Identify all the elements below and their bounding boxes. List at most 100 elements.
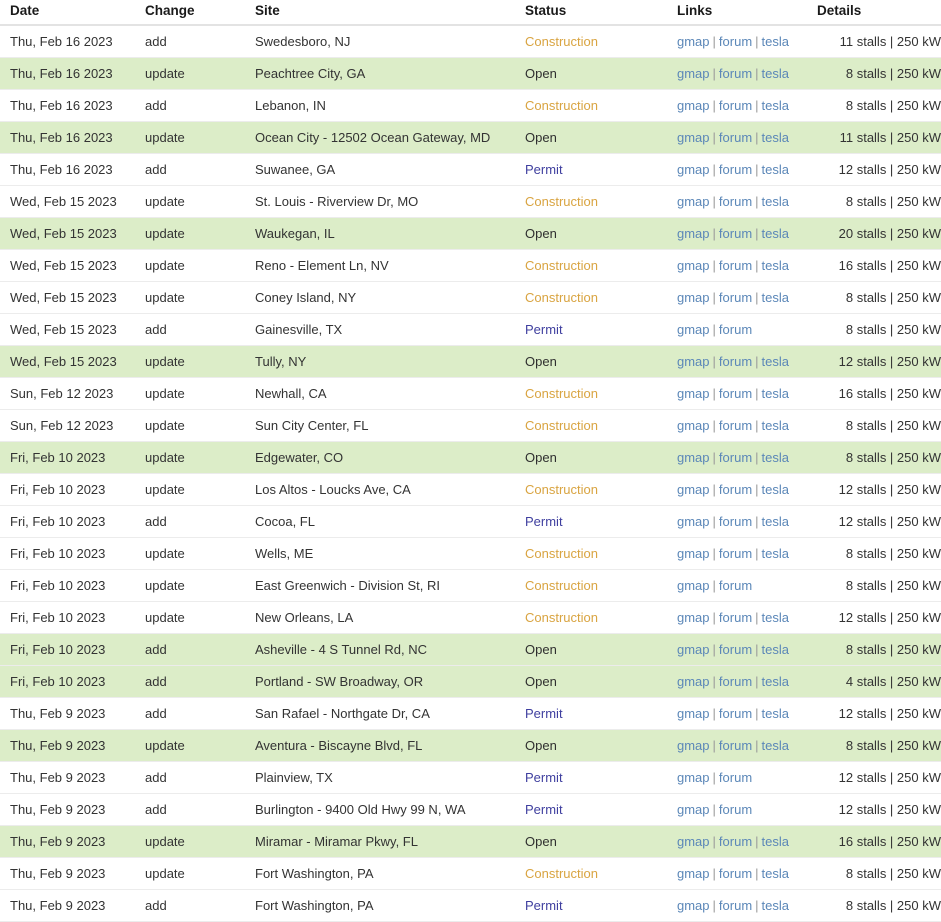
link-gmap[interactable]: gmap xyxy=(677,226,710,241)
link-tesla[interactable]: tesla xyxy=(762,34,789,49)
link-tesla[interactable]: tesla xyxy=(762,98,789,113)
link-tesla[interactable]: tesla xyxy=(762,898,789,913)
table-row[interactable]: Thu, Feb 9 2023 add Plainview, TX Permit gma… xyxy=(0,761,941,794)
table-row[interactable]: Sun, Feb 12 2023 update Sun City Center, F… xyxy=(0,409,941,442)
link-forum[interactable]: forum xyxy=(719,738,752,753)
link-gmap[interactable]: gmap xyxy=(677,482,710,497)
link-forum[interactable]: forum xyxy=(719,66,752,81)
link-gmap[interactable]: gmap xyxy=(677,418,710,433)
table-row[interactable]: Fri, Feb 10 2023 update East Greenwich - D… xyxy=(0,569,941,602)
column-header-status[interactable]: Status xyxy=(525,0,677,26)
link-tesla[interactable]: tesla xyxy=(762,162,789,177)
table-row[interactable]: Fri, Feb 10 2023 add Asheville - 4 S Tunne… xyxy=(0,633,941,666)
link-gmap[interactable]: gmap xyxy=(677,290,710,305)
column-header-details[interactable]: Details xyxy=(817,0,941,26)
link-tesla[interactable]: tesla xyxy=(762,130,789,145)
link-gmap[interactable]: gmap xyxy=(677,866,710,881)
link-forum[interactable]: forum xyxy=(719,514,752,529)
link-gmap[interactable]: gmap xyxy=(677,322,710,337)
link-tesla[interactable]: tesla xyxy=(762,834,789,849)
table-row[interactable]: Thu, Feb 16 2023 update Ocean City - 12502… xyxy=(0,121,941,154)
link-gmap[interactable]: gmap xyxy=(677,162,710,177)
link-forum[interactable]: forum xyxy=(719,226,752,241)
link-tesla[interactable]: tesla xyxy=(762,738,789,753)
column-header-date[interactable]: Date xyxy=(0,0,145,26)
table-row[interactable]: Fri, Feb 10 2023 update Los Altos - Loucks… xyxy=(0,473,941,506)
table-row[interactable]: Fri, Feb 10 2023 add Portland - SW Broadwa… xyxy=(0,665,941,698)
table-row[interactable]: Thu, Feb 16 2023 add Lebanon, IN Constructi… xyxy=(0,89,941,122)
link-tesla[interactable]: tesla xyxy=(762,706,789,721)
link-tesla[interactable]: tesla xyxy=(762,354,789,369)
link-forum[interactable]: forum xyxy=(719,322,752,337)
link-gmap[interactable]: gmap xyxy=(677,34,710,49)
link-forum[interactable]: forum xyxy=(719,194,752,209)
column-header-links[interactable]: Links xyxy=(677,0,817,26)
table-row[interactable]: Thu, Feb 9 2023 add Burlington - 9400 Old … xyxy=(0,793,941,826)
table-row[interactable]: Wed, Feb 15 2023 update Tully, NY Open gmap |… xyxy=(0,345,941,378)
link-tesla[interactable]: tesla xyxy=(762,194,789,209)
link-tesla[interactable]: tesla xyxy=(762,674,789,689)
link-gmap[interactable]: gmap xyxy=(677,258,710,273)
table-row[interactable]: Wed, Feb 15 2023 add Gainesville, TX Permit… xyxy=(0,313,941,346)
link-forum[interactable]: forum xyxy=(719,34,752,49)
link-gmap[interactable]: gmap xyxy=(677,674,710,689)
link-forum[interactable]: forum xyxy=(719,98,752,113)
link-forum[interactable]: forum xyxy=(719,642,752,657)
link-tesla[interactable]: tesla xyxy=(762,610,789,625)
link-tesla[interactable]: tesla xyxy=(762,514,789,529)
link-forum[interactable]: forum xyxy=(719,290,752,305)
table-row[interactable]: Thu, Feb 9 2023 add San Rafael - Northgate… xyxy=(0,697,941,730)
link-tesla[interactable]: tesla xyxy=(762,642,789,657)
table-row[interactable]: Wed, Feb 15 2023 update St. Louis - Riverv… xyxy=(0,185,941,218)
link-forum[interactable]: forum xyxy=(719,834,752,849)
column-header-site[interactable]: Site xyxy=(255,0,525,26)
table-row[interactable]: Thu, Feb 16 2023 add Swedesboro, NJ Constru… xyxy=(0,25,941,58)
table-row[interactable]: Thu, Feb 9 2023 update Miramar - Miramar P… xyxy=(0,825,941,858)
link-gmap[interactable]: gmap xyxy=(677,450,710,465)
link-forum[interactable]: forum xyxy=(719,770,752,785)
table-row[interactable]: Fri, Feb 10 2023 add Cocoa, FL Permit gmap | f… xyxy=(0,505,941,538)
link-tesla[interactable]: tesla xyxy=(762,866,789,881)
link-forum[interactable]: forum xyxy=(719,546,752,561)
link-tesla[interactable]: tesla xyxy=(762,386,789,401)
link-gmap[interactable]: gmap xyxy=(677,610,710,625)
link-gmap[interactable]: gmap xyxy=(677,194,710,209)
link-gmap[interactable]: gmap xyxy=(677,98,710,113)
link-tesla[interactable]: tesla xyxy=(762,290,789,305)
table-row[interactable]: Thu, Feb 9 2023 update Aventura - Biscayne… xyxy=(0,729,941,762)
link-forum[interactable]: forum xyxy=(719,482,752,497)
link-gmap[interactable]: gmap xyxy=(677,514,710,529)
link-forum[interactable]: forum xyxy=(719,802,752,817)
link-tesla[interactable]: tesla xyxy=(762,66,789,81)
link-forum[interactable]: forum xyxy=(719,162,752,177)
link-gmap[interactable]: gmap xyxy=(677,898,710,913)
link-gmap[interactable]: gmap xyxy=(677,546,710,561)
table-row[interactable]: Thu, Feb 9 2023 add Fort Washington, PA Per… xyxy=(0,889,941,922)
link-tesla[interactable]: tesla xyxy=(762,450,789,465)
link-tesla[interactable]: tesla xyxy=(762,546,789,561)
link-forum[interactable]: forum xyxy=(719,386,752,401)
link-tesla[interactable]: tesla xyxy=(762,482,789,497)
table-row[interactable]: Wed, Feb 15 2023 update Reno - Element Ln,… xyxy=(0,249,941,282)
link-forum[interactable]: forum xyxy=(719,418,752,433)
table-row[interactable]: Fri, Feb 10 2023 update Wells, ME Construct… xyxy=(0,537,941,570)
link-gmap[interactable]: gmap xyxy=(677,578,710,593)
link-gmap[interactable]: gmap xyxy=(677,130,710,145)
link-forum[interactable]: forum xyxy=(719,130,752,145)
table-row[interactable]: Wed, Feb 15 2023 update Waukegan, IL Open gm… xyxy=(0,217,941,250)
link-gmap[interactable]: gmap xyxy=(677,386,710,401)
link-tesla[interactable]: tesla xyxy=(762,226,789,241)
link-forum[interactable]: forum xyxy=(719,258,752,273)
link-tesla[interactable]: tesla xyxy=(762,418,789,433)
column-header-change[interactable]: Change xyxy=(145,0,255,26)
table-row[interactable]: Thu, Feb 9 2023 update Fort Washington, PA… xyxy=(0,857,941,890)
table-row[interactable]: Wed, Feb 15 2023 update Coney Island, NY Co… xyxy=(0,281,941,314)
link-tesla[interactable]: tesla xyxy=(762,258,789,273)
link-gmap[interactable]: gmap xyxy=(677,706,710,721)
table-row[interactable]: Fri, Feb 10 2023 update Edgewater, CO Open g… xyxy=(0,441,941,474)
table-row[interactable]: Sun, Feb 12 2023 update Newhall, CA Constru… xyxy=(0,377,941,410)
link-gmap[interactable]: gmap xyxy=(677,354,710,369)
table-row[interactable]: Thu, Feb 16 2023 update Peachtree City, GA… xyxy=(0,57,941,90)
link-forum[interactable]: forum xyxy=(719,354,752,369)
link-gmap[interactable]: gmap xyxy=(677,802,710,817)
